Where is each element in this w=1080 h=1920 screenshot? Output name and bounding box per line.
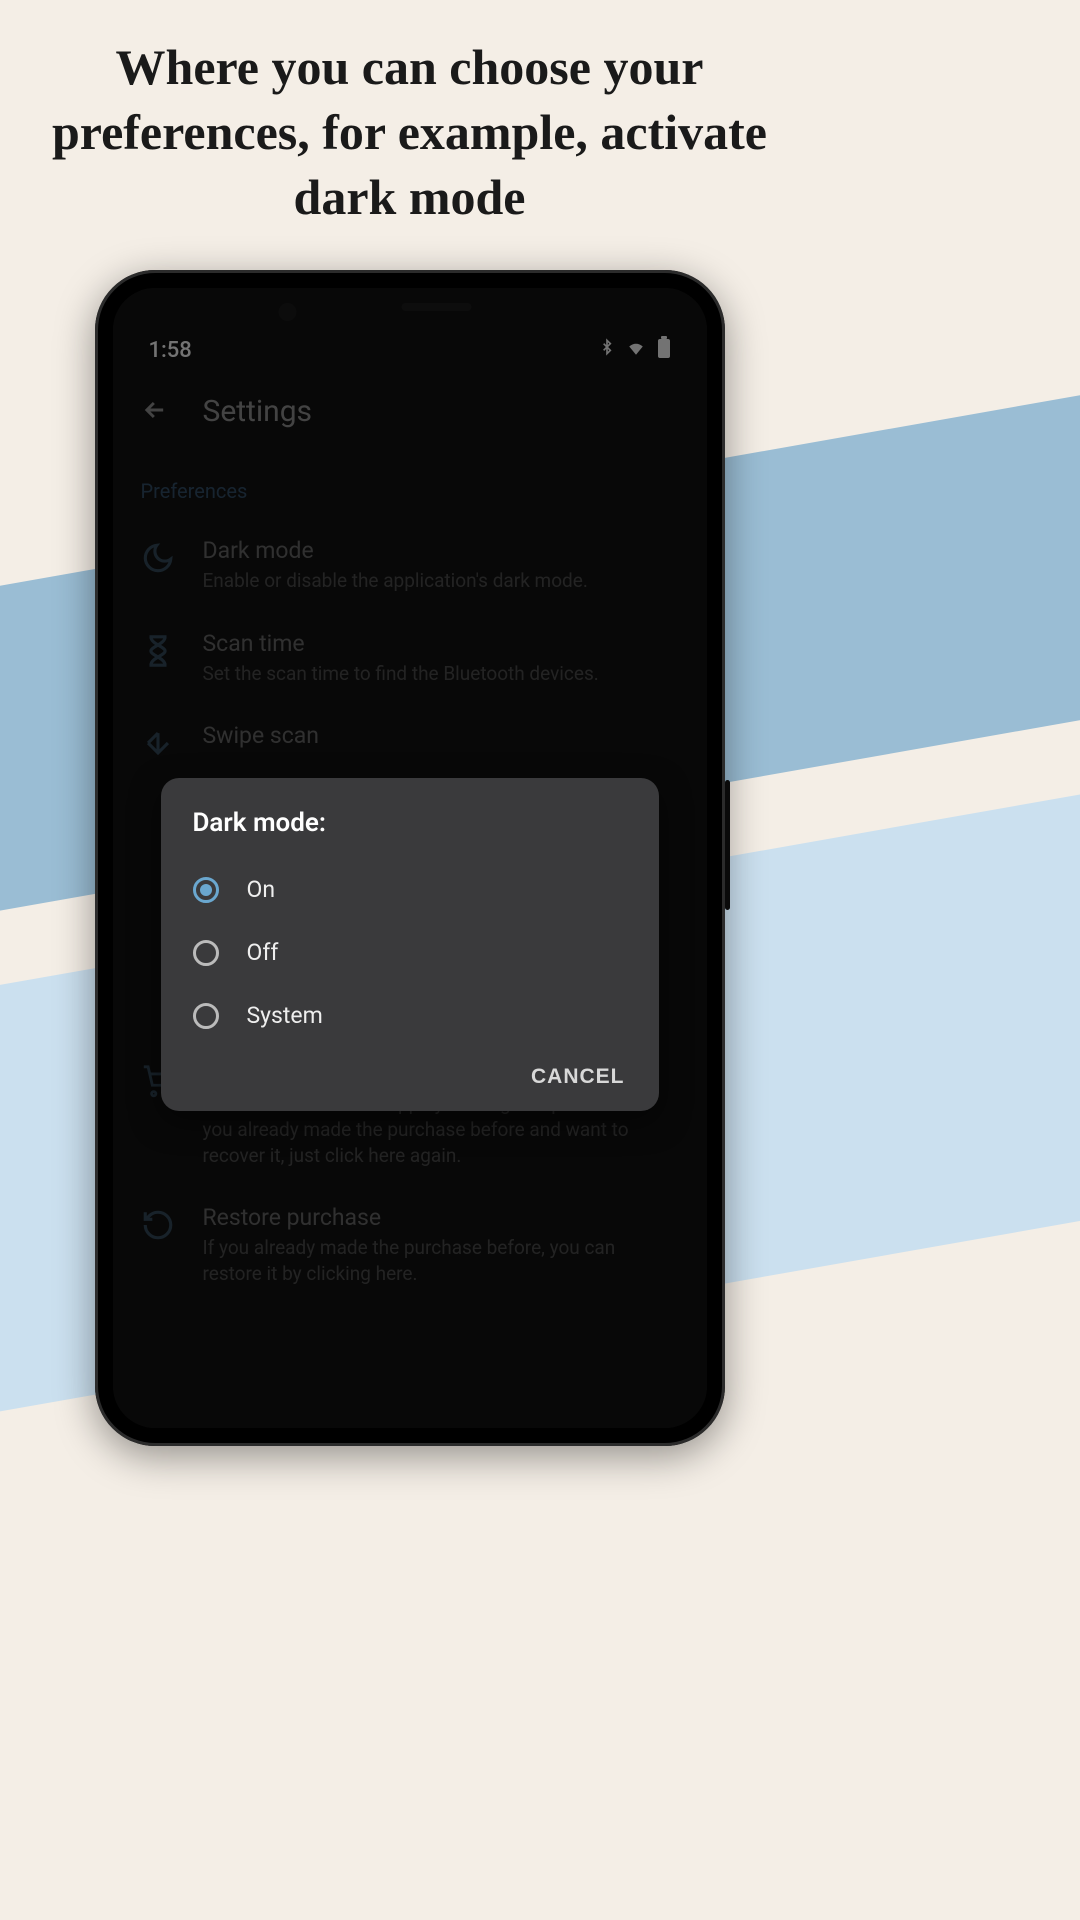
dark-mode-dialog: Dark mode: On Off System CANCEL: [161, 778, 659, 1111]
phone-screen: 1:58 Settings Preferences: [113, 288, 707, 1428]
radio-unselected-icon: [193, 1003, 219, 1029]
dialog-title: Dark mode:: [161, 808, 659, 858]
phone-side-button: [725, 780, 730, 910]
radio-option-on[interactable]: On: [161, 858, 659, 921]
phone-frame: 1:58 Settings Preferences: [95, 270, 725, 1446]
promo-headline: Where you can choose your preferences, f…: [0, 0, 819, 250]
radio-unselected-icon: [193, 940, 219, 966]
radio-label: Off: [247, 939, 279, 966]
radio-selected-icon: [193, 877, 219, 903]
radio-label: System: [247, 1002, 323, 1029]
radio-option-system[interactable]: System: [161, 984, 659, 1047]
cancel-button[interactable]: CANCEL: [531, 1065, 625, 1089]
radio-option-off[interactable]: Off: [161, 921, 659, 984]
radio-label: On: [247, 876, 276, 903]
